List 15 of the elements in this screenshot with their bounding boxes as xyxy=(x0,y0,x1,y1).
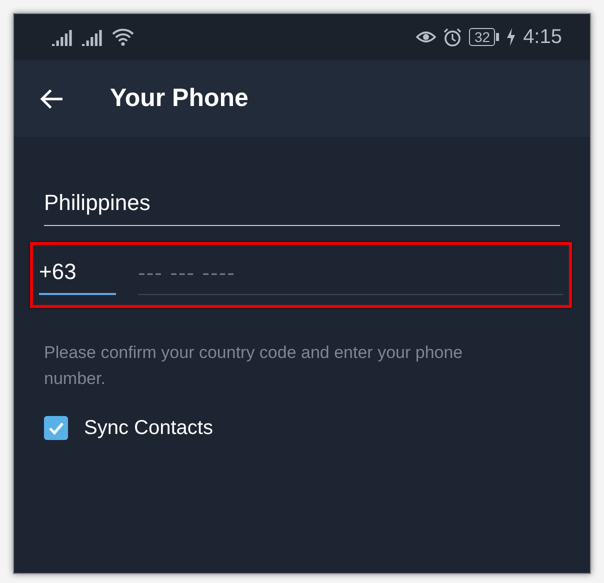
screen-title: Your Phone xyxy=(110,84,248,113)
charging-icon xyxy=(506,28,516,46)
eye-icon xyxy=(416,29,436,45)
checkbox[interactable] xyxy=(44,416,68,440)
country-field[interactable]: Philippines xyxy=(44,190,560,226)
battery-level: 32 xyxy=(469,28,496,46)
clock-time: 4:15 xyxy=(523,26,562,48)
checkbox-label: Sync Contacts xyxy=(84,416,213,440)
signal-icon xyxy=(52,28,74,46)
signal-icon xyxy=(82,28,104,46)
help-text: Please confirm your country code and enter your phone number. xyxy=(44,342,464,390)
alarm-icon xyxy=(443,28,462,46)
country-code-field[interactable]: +63 xyxy=(39,259,116,295)
wifi-icon xyxy=(112,28,134,46)
phone-number-field[interactable]: --- --- ---- xyxy=(138,260,563,295)
